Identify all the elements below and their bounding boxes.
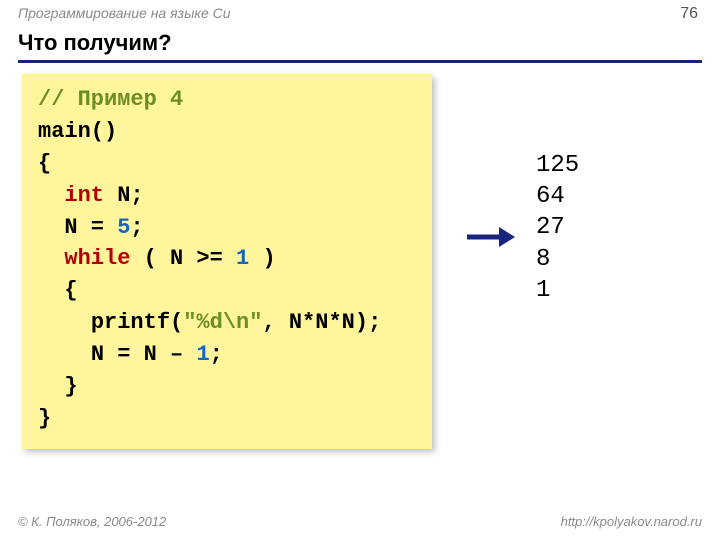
code-text: main(): [38, 119, 117, 144]
code-comment: // Пример 4: [38, 87, 183, 112]
code-text: printf(: [91, 310, 183, 335]
code-text: N = N: [91, 342, 157, 367]
course-name: Программирование на языке Си: [18, 5, 231, 21]
code-text: {: [38, 151, 51, 176]
code-keyword: int: [64, 183, 104, 208]
code-block: // Пример 4 main() { int N; N = 5; while…: [22, 74, 432, 449]
code-string: "%d\n": [183, 310, 262, 335]
code-number: 1: [236, 246, 249, 271]
title-underline: [18, 60, 702, 63]
code-text: –: [157, 342, 197, 367]
code-text: ;: [130, 215, 143, 240]
page-number: 76: [680, 5, 698, 23]
output-line: 1: [536, 275, 579, 306]
output-line: 8: [536, 244, 579, 275]
code-text: >=: [183, 246, 236, 271]
output-block: 125 64 27 8 1: [536, 150, 579, 306]
output-line: 64: [536, 181, 579, 212]
code-keyword: while: [64, 246, 130, 271]
code-text: }: [64, 374, 77, 399]
output-line: 125: [536, 150, 579, 181]
code-number: 5: [117, 215, 130, 240]
footer-url: http://kpolyakov.narod.ru: [561, 514, 702, 529]
code-text: N;: [104, 183, 144, 208]
code-text: ;: [210, 342, 223, 367]
arrow-right-icon: [465, 225, 515, 249]
code-text: }: [38, 406, 51, 431]
code-text: ( N: [130, 246, 183, 271]
code-text: N =: [64, 215, 117, 240]
code-text: , N*N*N);: [262, 310, 381, 335]
slide-title: Что получим?: [18, 30, 172, 56]
code-number: 1: [196, 342, 209, 367]
code-text: ): [249, 246, 275, 271]
output-line: 27: [536, 212, 579, 243]
footer: © К. Поляков, 2006-2012 http://kpolyakov…: [0, 514, 720, 534]
copyright: © К. Поляков, 2006-2012: [18, 514, 166, 529]
code-text: {: [64, 278, 77, 303]
